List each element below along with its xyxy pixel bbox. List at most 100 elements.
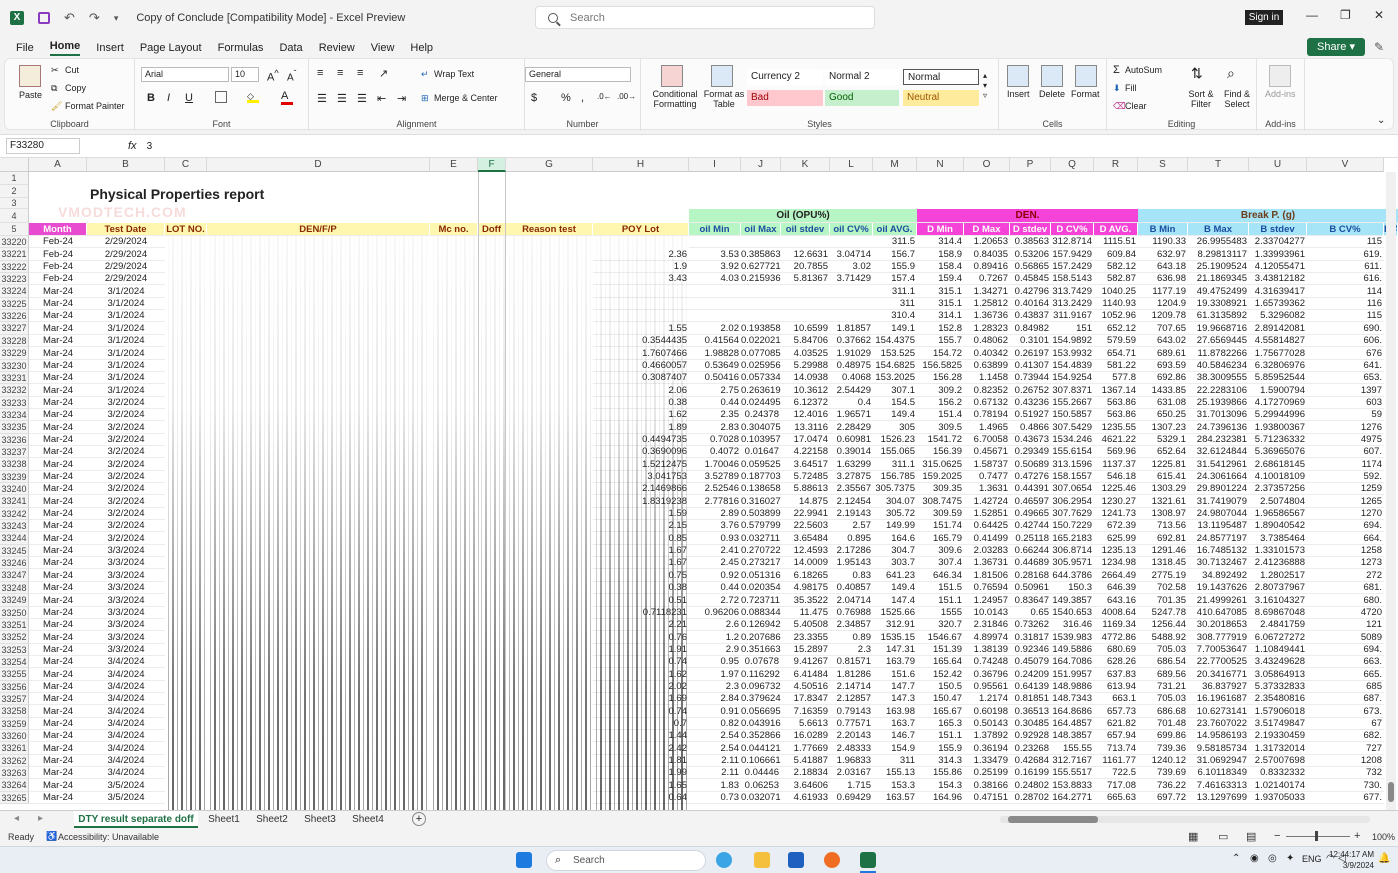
format-painter-button[interactable]: Format Painter	[65, 101, 125, 111]
data-cell[interactable]: 308.7475	[917, 495, 964, 508]
month-cell[interactable]: Mar-24	[29, 557, 87, 569]
taskbar-search[interactable]: ⌕ Search	[546, 850, 706, 871]
data-cell[interactable]: 686.68	[1138, 705, 1188, 718]
data-cell[interactable]: 0.51927	[1010, 409, 1051, 421]
data-cell[interactable]: 0.73262	[1010, 619, 1051, 631]
data-cell[interactable]: 2.02	[689, 322, 741, 335]
data-cell[interactable]: 0.26752	[1010, 384, 1051, 397]
vertical-scrollbar[interactable]	[1386, 172, 1396, 810]
data-cell[interactable]: 307.5429	[1051, 421, 1094, 434]
row-header[interactable]: 33256	[0, 681, 29, 693]
row-header[interactable]: 33244	[0, 532, 29, 545]
data-cell[interactable]: 1.33993961	[1249, 248, 1307, 261]
sort-filter-icon[interactable]: ⇅	[1191, 65, 1203, 82]
test-date-cell[interactable]: 3/4/2024	[87, 656, 165, 668]
data-cell[interactable]: 31.7419079	[1188, 495, 1249, 508]
data-cell[interactable]: 0.187703	[741, 471, 781, 483]
data-cell[interactable]: 2664.49	[1094, 569, 1138, 582]
month-cell[interactable]: Mar-24	[29, 495, 87, 508]
month-cell[interactable]: Mar-24	[29, 285, 87, 298]
addins-icon[interactable]	[1269, 65, 1291, 87]
data-cell[interactable]: 0.36194	[964, 742, 1010, 755]
data-cell[interactable]: 0.31817	[1010, 631, 1051, 644]
data-cell[interactable]: 12.4016	[781, 409, 830, 421]
data-cell[interactable]: 40.5846234	[1188, 360, 1249, 372]
data-cell[interactable]: 0.53206	[1010, 248, 1051, 261]
data-cell[interactable]: 313.7429	[1051, 285, 1094, 298]
data-cell[interactable]: 0.3101	[1010, 335, 1051, 347]
data-cell[interactable]: 0.193858	[741, 322, 781, 335]
data-cell[interactable]: 3.71429	[830, 273, 873, 285]
row-header[interactable]: 33260	[0, 730, 29, 742]
data-cell[interactable]: 0.215936	[741, 273, 781, 285]
data-cell[interactable]: 5.29988	[781, 360, 830, 372]
data-cell[interactable]	[830, 236, 873, 248]
data-cell[interactable]: 1.83	[689, 779, 741, 792]
month-cell[interactable]: Mar-24	[29, 409, 87, 421]
data-cell[interactable]: 681.	[1307, 582, 1384, 594]
data-cell[interactable]: 24.8577197	[1188, 532, 1249, 545]
paste-button[interactable]: Paste	[19, 90, 42, 100]
data-cell[interactable]: 1276	[1307, 421, 1384, 434]
bold-icon[interactable]: B	[147, 92, 155, 104]
data-cell[interactable]: 153.3	[873, 779, 917, 792]
data-cell[interactable]: 5247.78	[1138, 607, 1188, 619]
test-date-cell[interactable]: 3/4/2024	[87, 693, 165, 705]
data-cell[interactable]: 17.0474	[781, 434, 830, 446]
row-header[interactable]: 33263	[0, 767, 29, 779]
test-date-cell[interactable]: 3/1/2024	[87, 360, 165, 372]
styles-scroll-icon[interactable]: ▴ ▾ ▿	[983, 71, 987, 101]
data-cell[interactable]: 621.82	[1094, 718, 1138, 730]
data-cell[interactable]: 3.27875	[830, 471, 873, 483]
data-cell[interactable]: 312.7167	[1051, 755, 1094, 767]
row-header-3[interactable]: 3	[0, 198, 29, 209]
test-date-cell[interactable]: 3/4/2024	[87, 742, 165, 755]
header-cell[interactable]: B CV%	[1307, 223, 1384, 236]
data-cell[interactable]: 0.82352	[964, 384, 1010, 397]
data-cell[interactable]: 0.45845	[1010, 273, 1051, 285]
month-cell[interactable]: Mar-24	[29, 681, 87, 693]
data-cell[interactable]: 309.6	[917, 545, 964, 557]
data-cell[interactable]: 22.9941	[781, 508, 830, 520]
data-cell[interactable]: 0.07678	[741, 656, 781, 668]
row-header[interactable]: 33223	[0, 273, 29, 285]
align-top-icon[interactable]: ≡	[317, 67, 323, 79]
data-cell[interactable]: 0.64425	[964, 520, 1010, 532]
data-cell[interactable]: 0.263619	[741, 384, 781, 397]
data-cell[interactable]: 1525.66	[873, 607, 917, 619]
data-cell[interactable]: 22.5603	[781, 520, 830, 532]
data-cell[interactable]: 307.4	[917, 557, 964, 569]
data-cell[interactable]: 0.126942	[741, 619, 781, 631]
horizontal-scroll-thumb[interactable]	[1008, 816, 1098, 823]
row-header[interactable]: 33265	[0, 792, 29, 804]
data-cell[interactable]: 582.87	[1094, 273, 1138, 285]
data-cell[interactable]: 5329.1	[1138, 434, 1188, 446]
data-cell[interactable]: 313.2429	[1051, 298, 1094, 310]
next-sheet-icon[interactable]: ▸	[38, 813, 43, 824]
test-date-cell[interactable]: 2/29/2024	[87, 248, 165, 261]
test-date-cell[interactable]: 3/2/2024	[87, 508, 165, 520]
month-cell[interactable]: Feb-24	[29, 248, 87, 261]
data-cell[interactable]: 0.077085	[741, 347, 781, 360]
data-cell[interactable]: 158.4	[917, 261, 964, 273]
data-cell[interactable]: 0.4	[830, 397, 873, 409]
format-painter-icon[interactable]: 🖌	[51, 101, 62, 112]
data-cell[interactable]: 699.86	[1138, 730, 1188, 742]
data-cell[interactable]: 147.7	[873, 681, 917, 693]
data-cell[interactable]: 156.785	[873, 471, 917, 483]
column-header-u[interactable]: U	[1249, 158, 1307, 172]
data-cell[interactable]: 1.89040542	[1249, 520, 1307, 532]
row-header[interactable]: 33235	[0, 421, 29, 434]
data-cell[interactable]: 153.2025	[873, 372, 917, 384]
data-cell[interactable]: 10.6273141	[1188, 705, 1249, 718]
test-date-cell[interactable]: 3/2/2024	[87, 520, 165, 532]
data-cell[interactable]: 36.837927	[1188, 681, 1249, 693]
data-cell[interactable]: 0.60198	[964, 705, 1010, 718]
data-cell[interactable]: 2.3	[830, 644, 873, 656]
font-name-select[interactable]: Arial	[141, 67, 229, 82]
data-cell[interactable]: 1161.77	[1094, 755, 1138, 767]
data-cell[interactable]: 155.065	[873, 446, 917, 458]
data-cell[interactable]: 309.5	[917, 421, 964, 434]
month-cell[interactable]: Mar-24	[29, 730, 87, 742]
data-cell[interactable]: 16.1961687	[1188, 693, 1249, 705]
